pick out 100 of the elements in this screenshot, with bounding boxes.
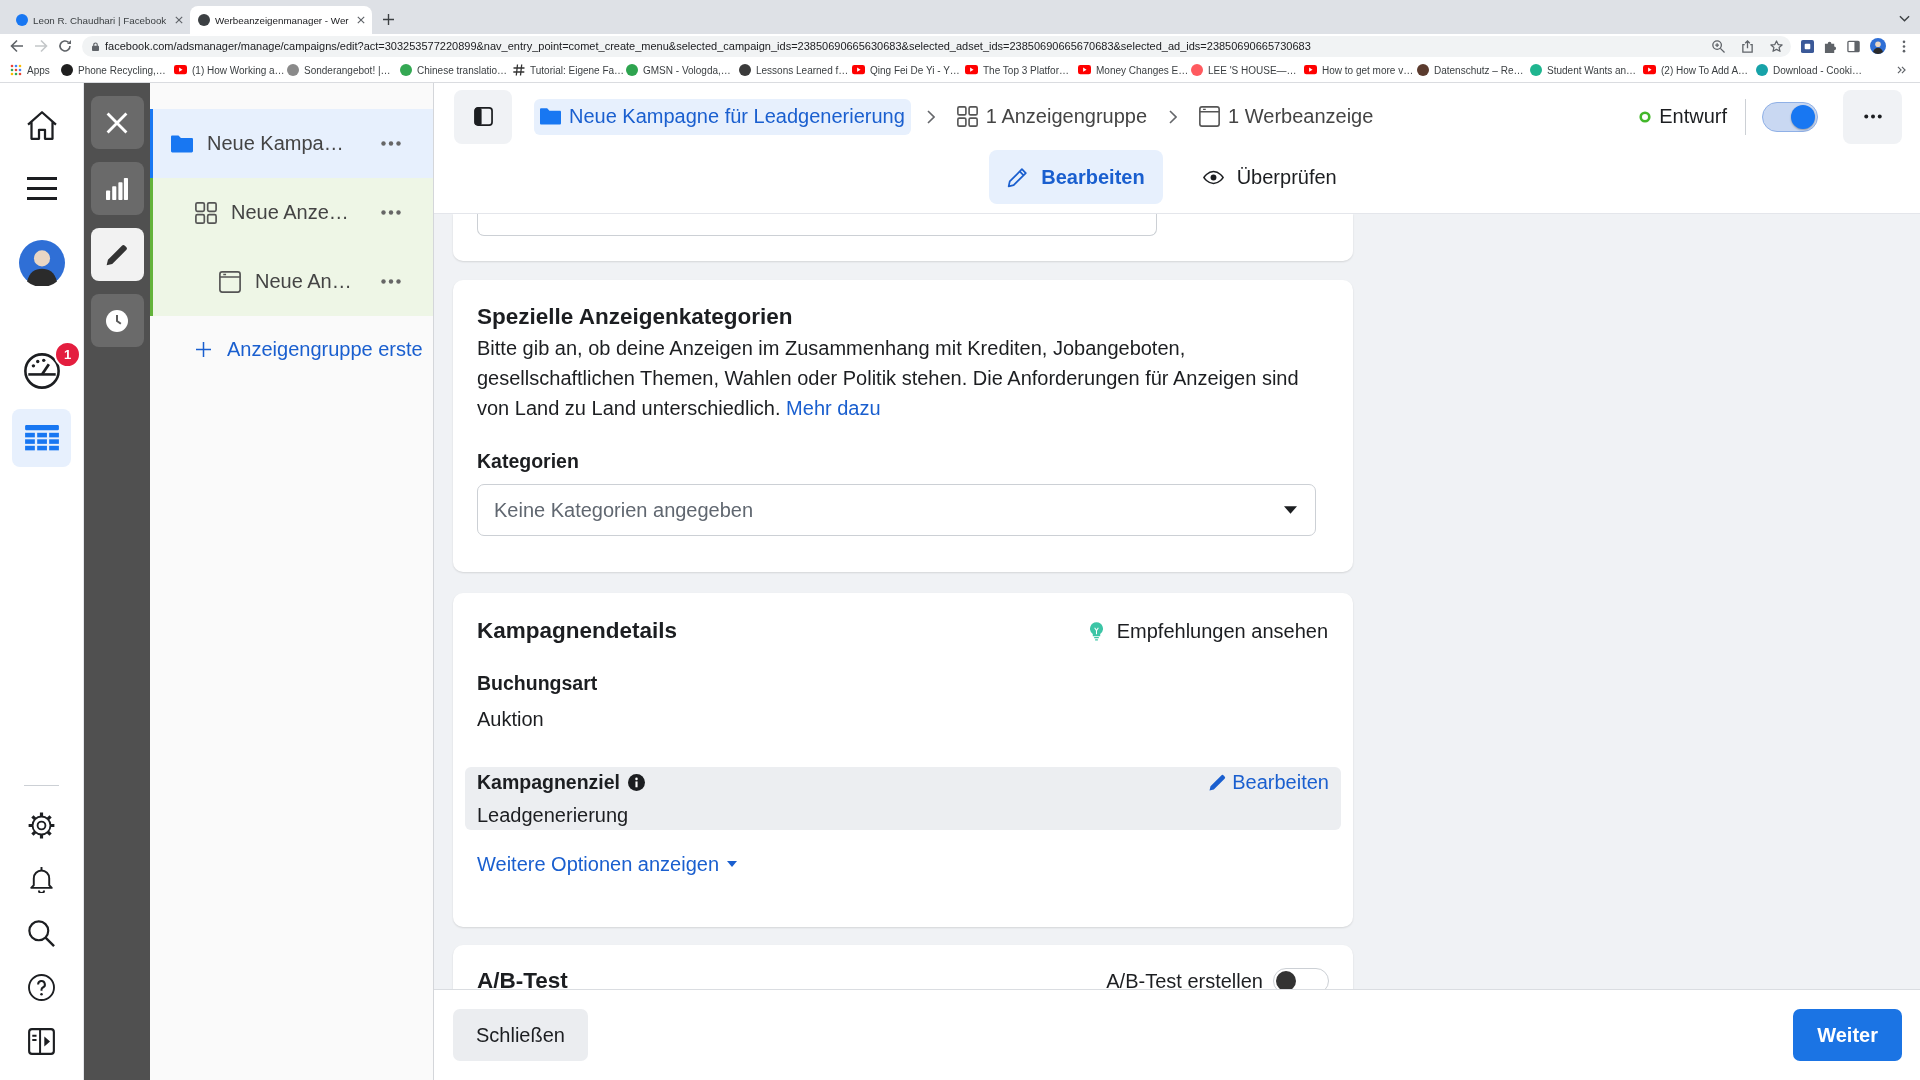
reload-icon[interactable]	[58, 39, 72, 53]
bookmark[interactable]: Money Changes E…	[1078, 64, 1191, 76]
field-label: Kategorien	[477, 449, 580, 473]
field-label: Buchungsart	[477, 671, 599, 695]
section-title: Spezielle Anzeigenkategorien	[477, 304, 794, 330]
more-icon[interactable]	[381, 210, 401, 215]
close-button[interactable]: Schließen	[453, 1009, 588, 1061]
avatar-icon[interactable]	[1870, 38, 1886, 54]
lock-icon	[92, 41, 99, 51]
address-bar[interactable]: facebook.com/adsmanager/manage/campaigns/edit?act=303253577220899&nav_entry_point=comet_create_menu&selected_campaign_ids=23850690665630683&selected_adset_ids=23850690665670683&selected_ad_ids=23850690665730683	[82, 35, 1791, 57]
bookmark[interactable]: Phone Recycling,…	[61, 64, 174, 76]
edit-link[interactable]: Bearbeiten	[1209, 770, 1329, 794]
more-icon[interactable]	[381, 279, 401, 284]
field-value: Auktion	[477, 707, 545, 732]
mode-tab[interactable]: Überprüfen	[1184, 150, 1355, 204]
category-dropdown[interactable]: Keine Kategorien angegeben	[477, 484, 1316, 536]
field-label: Kampagnenziel	[477, 770, 621, 794]
plus-icon	[196, 342, 211, 357]
browser-tab[interactable]: Werbeanzeigenmanager - Wer	[190, 6, 372, 34]
bookmark[interactable]: Lessons Learned f…	[739, 64, 852, 76]
play-icon	[965, 65, 978, 75]
tree-item[interactable]: Neue Anze…	[150, 178, 433, 247]
history-button[interactable]	[90, 294, 144, 347]
add-ad-set-link[interactable]: Anzeigengruppe erste	[196, 338, 433, 361]
grid-icon	[195, 201, 217, 224]
chevron-down-icon[interactable]	[1899, 15, 1910, 22]
recommendations-button[interactable]: Empfehlungen ansehen	[1089, 619, 1328, 643]
bookmark[interactable]: Tutorial: Eigene Fa…	[513, 64, 626, 76]
close-icon[interactable]	[175, 16, 183, 24]
play-icon	[852, 65, 865, 75]
lightbulb-icon	[1089, 621, 1103, 641]
tree-item[interactable]: Neue Kampa…	[150, 109, 433, 178]
close-panel-button[interactable]	[90, 96, 144, 149]
folder-icon	[171, 132, 193, 155]
close-icon	[106, 111, 128, 134]
pencil-icon	[1209, 773, 1227, 791]
window-icon	[1199, 106, 1221, 127]
avatar-icon	[18, 240, 65, 286]
play-icon	[1078, 65, 1091, 75]
toggle-switch[interactable]	[1273, 968, 1329, 989]
bookmark[interactable]: (1) How Working a…	[174, 64, 287, 76]
pencil-icon	[106, 243, 128, 266]
bookmark[interactable]: Download - Cooki…	[1756, 64, 1869, 76]
puzzle-icon[interactable]	[1824, 39, 1837, 53]
toggle-label: A/B-Test erstellen	[1106, 969, 1263, 989]
table-icon	[24, 425, 59, 451]
bookmark[interactable]: Student Wants an…	[1530, 64, 1643, 76]
bookmark[interactable]: Datenschutz – Re…	[1417, 64, 1530, 76]
status-label: Entwurf	[1659, 105, 1727, 128]
bookmark[interactable]: Apps	[10, 64, 61, 76]
info-icon	[628, 773, 646, 791]
section-title: A/B-Test	[477, 969, 568, 989]
status-dot-icon	[1639, 110, 1652, 123]
share-icon[interactable]	[1741, 39, 1754, 53]
play-icon	[1643, 65, 1656, 75]
play-icon	[1304, 65, 1317, 75]
more-icon[interactable]	[381, 141, 401, 146]
bookmark[interactable]: The Top 3 Platfor…	[965, 64, 1078, 76]
panel-toggle-button[interactable]	[454, 89, 512, 144]
zoom-icon[interactable]	[1712, 39, 1725, 53]
side-panel-icon	[28, 1027, 55, 1055]
bookmark[interactable]: Sonderangebot! |…	[287, 64, 400, 76]
more-options-link[interactable]: Weitere Optionen anzeigen	[477, 851, 737, 877]
edit-button[interactable]	[90, 228, 144, 281]
breadcrumb-item[interactable]: Neue Kampagne für Leadgenerierung	[534, 98, 911, 135]
bookmark[interactable]: Qing Fei De Yi - Y…	[852, 64, 965, 76]
breadcrumb-item[interactable]: 1 Werbeanzeige	[1193, 98, 1380, 135]
extension-icon[interactable]	[1801, 39, 1814, 53]
toggle-switch[interactable]	[1762, 101, 1818, 132]
play-icon	[174, 65, 187, 75]
clock-icon	[106, 309, 128, 332]
mode-tab[interactable]: Bearbeiten	[989, 150, 1163, 204]
bookmark[interactable]: LEE 'S HOUSE—…	[1191, 64, 1304, 76]
browser-tab[interactable]: Leon R. Chaudhari | Facebook	[8, 6, 190, 34]
hash-icon	[513, 64, 525, 76]
more-vertical-icon[interactable]	[1902, 39, 1906, 53]
bookmark[interactable]: How to get more v…	[1304, 64, 1417, 76]
gauge-icon	[23, 353, 60, 389]
new-tab-icon[interactable]	[383, 14, 394, 25]
settings-icon	[28, 811, 55, 839]
sidebar-icon[interactable]	[1847, 39, 1860, 53]
description-text: Bitte gib an, ob deine Anzeigen im Zusammenhang mit Krediten, Jobangeboten, gesellschaftlichen Themen, Wahlen oder Politik stehen. Die Anforderungen für Anzeigen sind von Land zu Land unterschiedlich. Mehr dazu	[477, 336, 1300, 421]
double-chevron-icon[interactable]	[1897, 66, 1906, 74]
bookmark[interactable]: Chinese translatio…	[400, 64, 513, 76]
learn-more-link[interactable]: Mehr dazu	[786, 397, 881, 419]
apps-grid-icon	[10, 64, 22, 76]
bar-chart-icon	[106, 177, 128, 200]
close-icon[interactable]	[357, 16, 365, 24]
caret-down-icon	[1284, 506, 1297, 514]
home-icon	[26, 110, 57, 140]
reports-button[interactable]	[90, 162, 144, 215]
bookmark[interactable]: (2) How To Add A…	[1643, 64, 1756, 76]
text-field[interactable]	[477, 214, 1157, 236]
pencil-icon	[1007, 166, 1029, 188]
back-arrow-icon[interactable]	[10, 39, 24, 53]
tree-item[interactable]: Neue An…	[150, 247, 433, 316]
breadcrumb-item[interactable]: 1 Anzeigengruppe	[950, 98, 1154, 135]
star-icon[interactable]	[1770, 39, 1783, 53]
next-button[interactable]: Weiter	[1793, 1009, 1902, 1061]
bookmark[interactable]: GMSN - Vologda,…	[626, 64, 739, 76]
